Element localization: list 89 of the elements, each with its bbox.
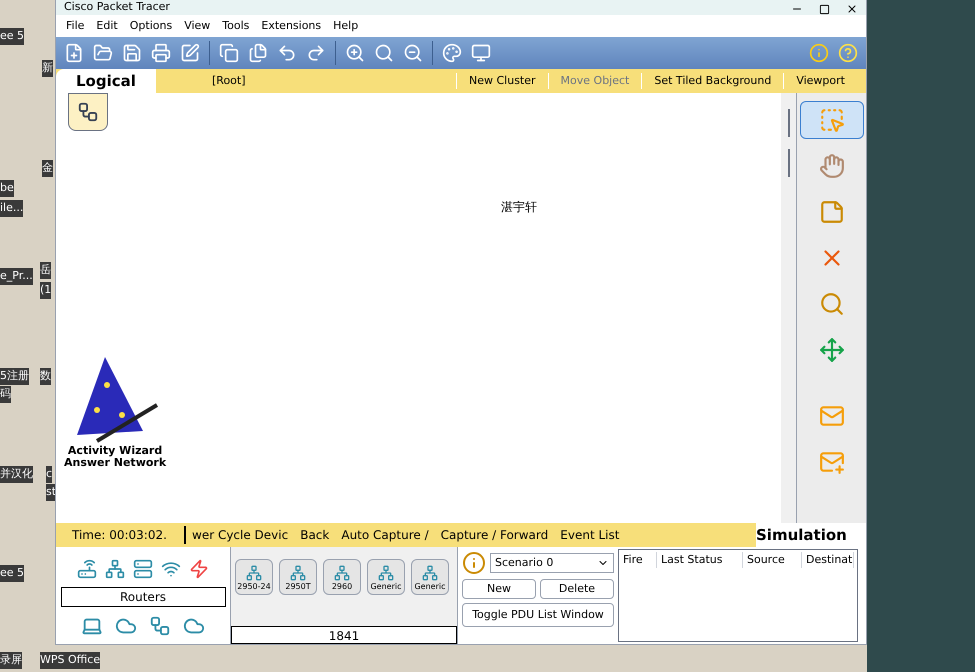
scenario-button[interactable]: Delete [540, 579, 614, 599]
desktop-icon-label[interactable]: ee 5 [0, 28, 24, 44]
palette-icon[interactable] [442, 43, 462, 63]
desktop-icon-label[interactable]: ee 5 [0, 565, 24, 582]
scenario-button[interactable]: New [462, 579, 536, 599]
desktop-icon-label[interactable]: 金 [42, 160, 53, 176]
device-category-label: Routers [60, 587, 226, 607]
menu-item[interactable]: Help [327, 18, 364, 34]
topology-icon [77, 101, 99, 123]
maximize-icon[interactable] [819, 4, 830, 15]
desktop-icon-label[interactable]: e_Pr... [0, 268, 33, 284]
device-model-name: 1841 [231, 626, 457, 644]
lightning-icon[interactable] [189, 559, 209, 579]
menu-item[interactable]: Options [124, 18, 178, 34]
printer-icon[interactable] [151, 43, 171, 63]
menu-item[interactable]: View [178, 18, 216, 34]
desktop-icon-label[interactable]: 录屏 [0, 652, 22, 668]
desktop-icon-label[interactable]: be [0, 180, 14, 196]
desktop-icon-label[interactable]: 并汉化 [0, 466, 33, 482]
switch-icon [378, 565, 394, 581]
note-icon [818, 199, 845, 225]
menu-item[interactable]: Tools [216, 18, 256, 34]
wizard-label: Activity Wizard [68, 445, 162, 457]
desktop-icon-label[interactable]: WPS Office [40, 652, 100, 668]
menu-item[interactable]: File [60, 18, 90, 34]
save-icon[interactable] [122, 43, 142, 63]
device-model[interactable]: 2950-24 [235, 559, 273, 595]
toolbar-action[interactable]: Set Tiled Background [641, 72, 784, 90]
zoom-in-icon[interactable] [345, 43, 365, 63]
device-icon[interactable] [471, 43, 491, 63]
column-header[interactable]: Fire [619, 552, 657, 568]
desktop-icon-label[interactable]: (1 [40, 282, 52, 298]
resize-icon [818, 337, 845, 363]
copy-icon[interactable] [219, 43, 239, 63]
desktop-icon-label[interactable]: 码 [0, 386, 11, 402]
column-header[interactable]: Source [743, 552, 802, 568]
sim-action[interactable]: Capture / Forward [434, 526, 554, 544]
device-model[interactable]: 2950T [279, 559, 317, 595]
sim-action[interactable]: wer Cycle Devic [186, 526, 294, 544]
close-icon[interactable] [846, 3, 858, 15]
sim-action[interactable]: Event List [554, 526, 626, 544]
toolbar-action[interactable]: Viewport [783, 72, 857, 90]
menu-item[interactable]: Extensions [255, 18, 328, 34]
wizard-label: Answer Network [64, 457, 166, 469]
switch-icon [290, 565, 306, 581]
undo-icon[interactable] [277, 43, 297, 63]
desktop-icon-label[interactable]: c [46, 466, 52, 482]
sim-time: Time: 00:03:02. [56, 526, 186, 544]
logical-tab[interactable]: Logical [56, 69, 156, 93]
switch-icon [246, 565, 262, 581]
device-model[interactable]: Generic [367, 559, 405, 595]
info-icon[interactable] [809, 43, 829, 63]
desktop-icon-label[interactable]: 数 [40, 368, 51, 384]
router-icon[interactable] [77, 559, 97, 579]
workspace-canvas[interactable]: 湛宇轩 Activity Wizard Answer Network [56, 93, 782, 523]
switch-icon[interactable] [105, 559, 125, 579]
breadcrumb-path: [Root] [211, 72, 247, 89]
desktop-icon-label[interactable]: 岳 [40, 262, 51, 278]
hand-icon [818, 153, 845, 179]
canvas-label: 湛宇轩 [501, 199, 537, 216]
toolbar-action[interactable]: New Cluster [456, 72, 548, 90]
sim-action[interactable]: Back [294, 526, 336, 544]
sim-action[interactable]: Auto Capture / [335, 526, 435, 544]
menu-item[interactable]: Edit [90, 18, 124, 34]
desktop-icon-label[interactable]: 新 [42, 60, 53, 76]
column-header[interactable]: Last Status [657, 552, 743, 568]
desktop-icon-label[interactable]: ile... [0, 200, 24, 216]
inspect-icon [818, 291, 845, 317]
simulation-tab[interactable]: Simulation [756, 523, 866, 547]
new-file-icon[interactable] [64, 43, 84, 63]
edit-icon[interactable] [180, 43, 200, 63]
window-title: Cisco Packet Tracer [64, 0, 171, 14]
column-header[interactable]: Destinat [802, 552, 854, 568]
redo-icon[interactable] [306, 43, 326, 63]
switch-icon [334, 565, 350, 581]
folder-icon[interactable] [93, 43, 113, 63]
paste-icon[interactable] [248, 43, 268, 63]
device-model[interactable]: Generic [411, 559, 449, 595]
toggle-pdu-button[interactable]: Toggle PDU List Window [462, 603, 614, 627]
desktop-icon-label[interactable]: 5注册 [0, 368, 29, 384]
help-icon[interactable] [838, 43, 858, 63]
logical-view-icon[interactable] [68, 93, 108, 131]
switch-icon [422, 565, 438, 581]
select-tool[interactable] [800, 101, 864, 139]
device-model[interactable]: 2960 [323, 559, 361, 595]
info-icon[interactable] [462, 551, 486, 575]
select-icon [818, 107, 845, 133]
zoom-out-icon[interactable] [403, 43, 423, 63]
scenario-select[interactable]: Scenario 0 [490, 553, 614, 573]
